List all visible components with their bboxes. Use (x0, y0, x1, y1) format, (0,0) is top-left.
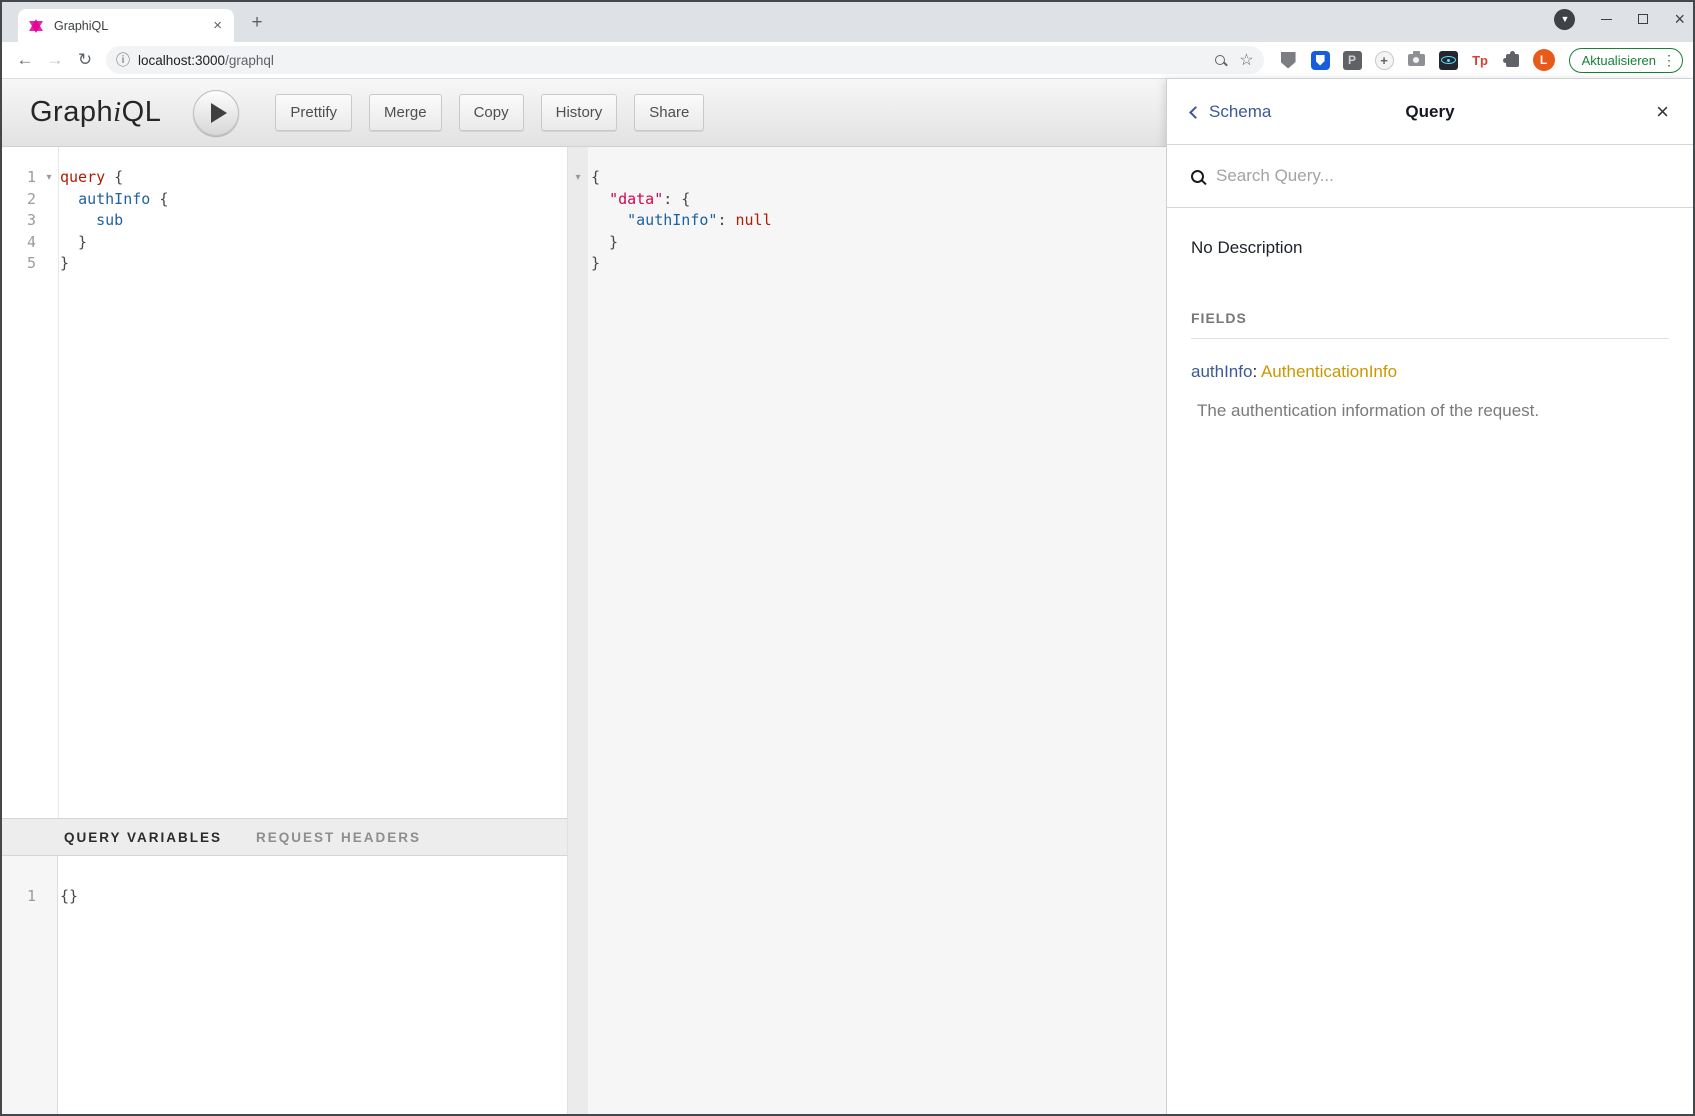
result-code: ▾{ "data": { "authInfo": null }} (568, 147, 1166, 275)
menu-kebab-icon[interactable]: ⋮ (1662, 54, 1676, 66)
react-devtools-extension-icon[interactable] (1438, 50, 1459, 71)
reload-icon[interactable]: ↻ (72, 47, 98, 73)
page-zoom-icon[interactable] (1215, 55, 1225, 65)
doc-close-icon[interactable]: × (1656, 102, 1669, 122)
move-circle-extension-icon[interactable]: + (1374, 50, 1395, 71)
new-tab-button[interactable]: + (244, 10, 270, 36)
graphiql-app: GraphiQL Prettify Merge Copy History Sha… (2, 79, 1693, 1114)
doc-explorer-header: Schema Query × (1167, 79, 1693, 145)
extensions-puzzle-icon[interactable] (1502, 50, 1523, 71)
site-info-icon[interactable]: ⓘ (116, 50, 130, 70)
url-text[interactable]: localhost:3000/graphql (138, 53, 274, 68)
chrome-update-button[interactable]: Aktualisieren ⋮ (1569, 48, 1683, 73)
browser-tab-graphiql[interactable]: GraphiQL × (18, 9, 234, 42)
type-description: No Description (1191, 238, 1669, 258)
graphql-favicon-icon (28, 18, 45, 34)
section-divider (1191, 338, 1669, 339)
query-code[interactable]: 1▾query {2 authInfo {3 sub4 }5} (2, 147, 567, 275)
doc-search-row (1167, 145, 1693, 208)
query-editor[interactable]: 1▾query {2 authInfo {3 sub4 }5} (2, 147, 567, 818)
play-icon (211, 103, 227, 123)
fields-heading: FIELDS (1191, 310, 1669, 326)
tab-request-headers[interactable]: REQUEST HEADERS (256, 830, 421, 845)
tab-strip: GraphiQL × + ▼ × (2, 2, 1693, 42)
history-button[interactable]: History (541, 94, 618, 131)
variables-tab-bar: QUERY VARIABLES REQUEST HEADERS (2, 818, 567, 856)
bitwarden-extension-icon[interactable] (1310, 50, 1331, 71)
field-description: The authentication information of the re… (1191, 401, 1669, 421)
forward-icon: → (42, 47, 68, 73)
doc-explorer: Schema Query × No Description FIELDS aut… (1166, 79, 1693, 1114)
bookmark-star-icon[interactable]: ☆ (1239, 50, 1253, 70)
prettify-button[interactable]: Prettify (275, 94, 352, 131)
share-button[interactable]: Share (634, 94, 704, 131)
search-icon (1191, 170, 1204, 183)
url-omnibox[interactable]: ⓘ localhost:3000/graphql ☆ (106, 46, 1264, 74)
tab-query-variables[interactable]: QUERY VARIABLES (64, 830, 222, 845)
screenshot-extension-icon[interactable] (1406, 50, 1427, 71)
doc-search-input[interactable] (1216, 166, 1669, 186)
tab-title: GraphiQL (54, 19, 209, 33)
graphiql-logo: GraphiQL (30, 96, 161, 129)
merge-button[interactable]: Merge (369, 94, 442, 131)
tab-close-icon[interactable]: × (209, 17, 226, 34)
doc-content: No Description FIELDS authInfo: Authenti… (1167, 208, 1693, 421)
graphiql-toolbar: GraphiQL Prettify Merge Copy History Sha… (2, 79, 1166, 147)
tp-extension-icon[interactable]: Tp (1470, 50, 1491, 71)
execute-query-button[interactable] (193, 90, 239, 136)
field-item-authinfo: authInfo: AuthenticationInfo (1191, 362, 1669, 382)
result-viewer[interactable]: ▾{ "data": { "authInfo": null }} (568, 147, 1166, 1114)
field-name-link[interactable]: authInfo (1191, 362, 1252, 381)
tab-search-button[interactable]: ▼ (1554, 9, 1575, 30)
address-bar: ← → ↻ ⓘ localhost:3000/graphql ☆ P + Tp … (2, 42, 1693, 79)
maximize-button[interactable] (1638, 14, 1648, 24)
p-extension-icon[interactable]: P (1342, 50, 1363, 71)
variables-editor[interactable]: 1{} (2, 856, 567, 1114)
ublock-extension-icon[interactable] (1278, 50, 1299, 71)
copy-button[interactable]: Copy (459, 94, 524, 131)
variables-code[interactable]: 1{} (2, 856, 567, 908)
profile-avatar[interactable]: L (1533, 49, 1555, 71)
type-name-link[interactable]: AuthenticationInfo (1261, 362, 1397, 381)
back-icon[interactable]: ← (12, 47, 38, 73)
extension-toolbar: P + Tp (1278, 50, 1523, 71)
browser-window: GraphiQL × + ▼ × ← → ↻ ⓘ localhost:3000/… (0, 0, 1695, 1116)
doc-title: Query (1167, 102, 1693, 122)
window-controls: ▼ × (1554, 2, 1685, 36)
window-close-button[interactable]: × (1674, 14, 1685, 24)
minimize-button[interactable] (1601, 19, 1612, 20)
result-fold-gutter (568, 147, 588, 1114)
update-label: Aktualisieren (1582, 53, 1656, 68)
